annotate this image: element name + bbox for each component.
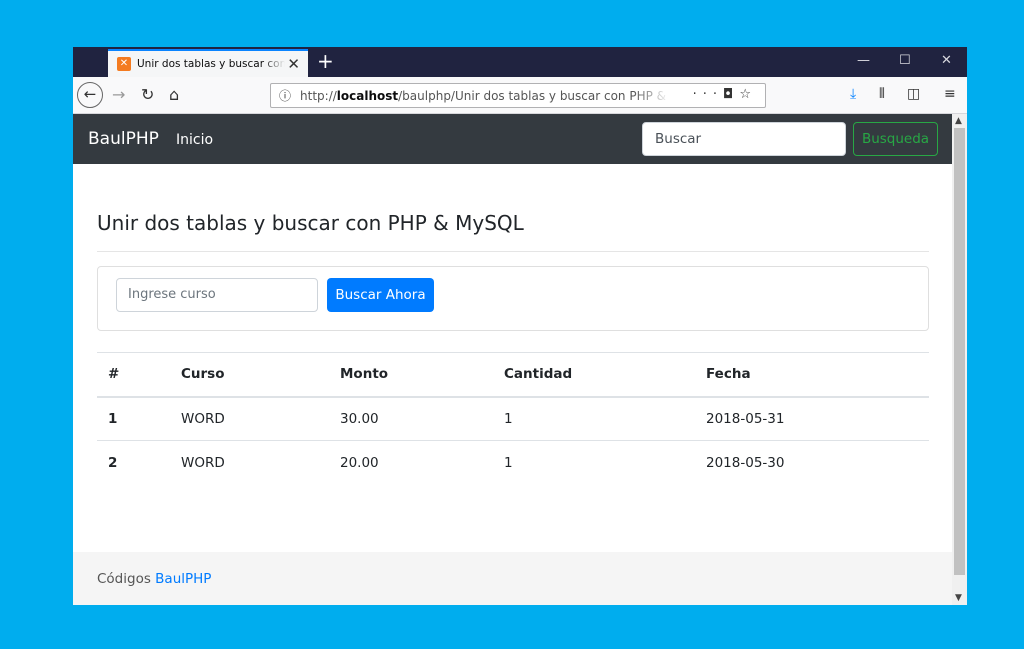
column-header-cantidad: Cantidad	[504, 366, 573, 383]
column-header-fecha: Fecha	[706, 366, 751, 383]
bookmark-star-icon[interactable]: ☆	[739, 87, 757, 102]
cell-monto: 20.00	[340, 454, 379, 471]
navbar-search-button[interactable]: Busqueda	[853, 122, 938, 156]
sidebar-icon[interactable]: ◫	[907, 86, 920, 102]
tab-title: Unir dos tablas y buscar con PHP & MySQL	[137, 58, 285, 70]
url-path: /baulphp/Unir dos tablas y buscar con PH…	[398, 88, 670, 103]
menu-icon[interactable]: ≡	[944, 86, 956, 102]
back-arrow-icon[interactable]: ←	[77, 82, 103, 108]
cell-number: 1	[108, 410, 118, 427]
page-viewport: BaulPHP Inicio Buscar Busqueda Unir dos …	[73, 114, 952, 605]
close-window-button[interactable]: ✕	[941, 53, 952, 68]
library-icon[interactable]: ⫴	[879, 86, 885, 102]
url-bar[interactable]: ⓘ http://localhost/baulphp/Unir dos tabl…	[270, 83, 766, 108]
download-icon[interactable]: ⤓	[850, 86, 856, 102]
xampp-favicon-icon: ✕	[117, 57, 131, 71]
page-actions[interactable]: ···◘☆	[693, 87, 757, 102]
cell-cantidad: 1	[504, 410, 513, 427]
search-now-button[interactable]: Buscar Ahora	[327, 278, 434, 312]
browser-tab[interactable]: ✕ Unir dos tablas y buscar con PHP & MyS…	[108, 49, 308, 77]
vertical-scrollbar[interactable]: ▲ ▼	[952, 114, 967, 605]
maximize-button[interactable]: ☐	[899, 53, 911, 68]
footer-link[interactable]: BaulPHP	[155, 571, 211, 587]
new-tab-button[interactable]: +	[317, 49, 334, 73]
cell-monto: 30.00	[340, 410, 379, 427]
scroll-down-icon[interactable]: ▼	[955, 593, 962, 603]
search-card: Ingrese curso Buscar Ahora	[97, 266, 929, 331]
browser-window: ✕ Unir dos tablas y buscar con PHP & MyS…	[73, 47, 967, 605]
table-row: 1 WORD 30.00 1 2018-05-31	[97, 397, 929, 441]
cell-curso: WORD	[181, 454, 225, 471]
nav-link-inicio[interactable]: Inicio	[176, 132, 213, 148]
column-header-curso: Curso	[181, 366, 225, 383]
site-navbar: BaulPHP Inicio Buscar Busqueda	[73, 114, 952, 164]
scroll-up-icon[interactable]: ▲	[955, 116, 962, 126]
url-prefix: http://	[300, 88, 337, 103]
divider	[97, 251, 929, 252]
url-text: http://localhost/baulphp/Unir dos tablas…	[300, 89, 670, 103]
course-search-input[interactable]: Ingrese curso	[116, 278, 318, 312]
cell-fecha: 2018-05-31	[706, 410, 785, 427]
browser-toolbar: ← → ↻ ⌂ ⓘ http://localhost/baulphp/Unir …	[73, 77, 967, 114]
forward-arrow-icon[interactable]: →	[112, 85, 125, 104]
navbar-search-input[interactable]: Buscar	[642, 122, 846, 156]
column-header-monto: Monto	[340, 366, 389, 383]
footer-text: Códigos BaulPHP	[97, 571, 211, 587]
info-icon[interactable]: ⓘ	[279, 87, 291, 104]
table-header-row: # Curso Monto Cantidad Fecha	[97, 352, 929, 397]
table-row: 2 WORD 20.00 1 2018-05-30	[97, 441, 929, 485]
cell-curso: WORD	[181, 410, 225, 427]
cell-number: 2	[108, 454, 118, 471]
page-footer: Códigos BaulPHP	[73, 552, 952, 605]
tab-close-icon[interactable]: ✕	[287, 55, 300, 73]
minimize-button[interactable]: —	[857, 53, 870, 68]
pocket-icon[interactable]: ◘	[723, 87, 739, 102]
cell-cantidad: 1	[504, 454, 513, 471]
column-header-number: #	[108, 366, 120, 383]
scroll-thumb[interactable]	[954, 128, 965, 575]
more-icon[interactable]: ···	[693, 87, 723, 102]
brand-link[interactable]: BaulPHP	[88, 129, 159, 149]
page-title: Unir dos tablas y buscar con PHP & MySQL	[97, 211, 524, 235]
results-table: # Curso Monto Cantidad Fecha 1 WORD 30.0…	[97, 352, 929, 485]
url-host: localhost	[336, 88, 399, 103]
title-bar: ✕ Unir dos tablas y buscar con PHP & MyS…	[73, 47, 967, 77]
home-icon[interactable]: ⌂	[169, 85, 179, 104]
reload-icon[interactable]: ↻	[141, 85, 154, 104]
cell-fecha: 2018-05-30	[706, 454, 785, 471]
footer-label: Códigos	[97, 571, 151, 587]
